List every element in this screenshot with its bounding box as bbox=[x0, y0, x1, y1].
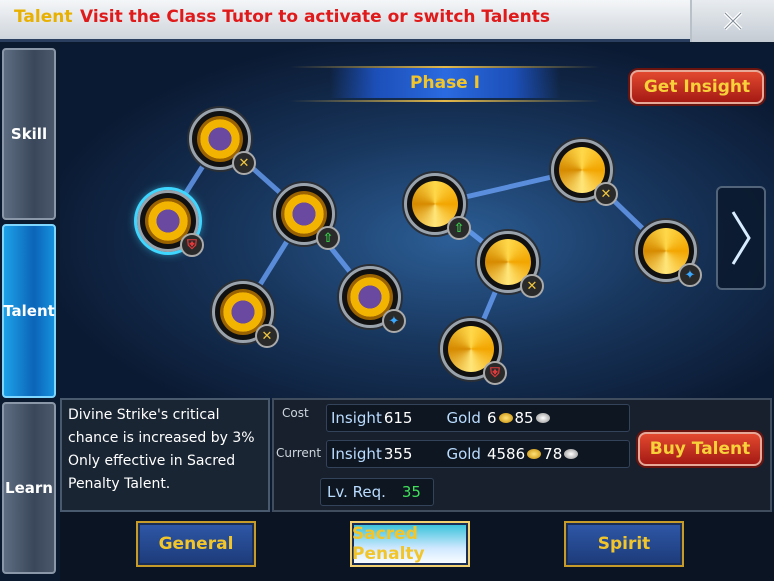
phase-title: Phase I bbox=[330, 68, 560, 98]
cost-insight-value: 615 bbox=[383, 409, 413, 427]
tab-talent[interactable]: Talent bbox=[2, 224, 56, 398]
tab-sacred-penalty[interactable]: Sacred Penalty bbox=[350, 521, 470, 567]
gold-label: Gold bbox=[446, 445, 481, 463]
star-icon: ✦ bbox=[382, 309, 406, 333]
up-arrow-icon: ⇧ bbox=[447, 216, 471, 240]
cost-row: Insight 615 Gold 6 85 bbox=[326, 404, 630, 432]
title-bar: Talent Visit the Class Tutor to activate… bbox=[0, 0, 774, 42]
shield-icon: ⛨ bbox=[180, 233, 204, 257]
shield-icon: ⛨ bbox=[483, 361, 507, 385]
level-requirement: Lv. Req. 35 bbox=[320, 478, 434, 506]
insight-label: Insight bbox=[331, 409, 382, 427]
talent-node[interactable]: ✦ bbox=[635, 220, 702, 287]
silver-coin-icon bbox=[535, 413, 550, 423]
tab-general[interactable]: General bbox=[136, 521, 256, 567]
current-gold-value: 4586 bbox=[486, 445, 526, 463]
crossed-swords-icon: ✕ bbox=[594, 182, 618, 206]
title-prefix: Talent bbox=[14, 7, 73, 27]
level-req-value: 35 bbox=[401, 483, 421, 501]
up-arrow-icon: ⇧ bbox=[316, 226, 340, 250]
talent-description: Divine Strike's critical chance is incre… bbox=[60, 398, 270, 512]
talent-node[interactable]: ✕ bbox=[212, 281, 279, 348]
description-line: Only effective in Sacred bbox=[68, 453, 236, 469]
current-label: Current bbox=[276, 446, 322, 460]
gold-coin-icon bbox=[527, 449, 542, 459]
crossed-swords-icon: ✕ bbox=[520, 274, 544, 298]
talent-node[interactable]: ⇧ bbox=[404, 173, 471, 240]
cost-silver-value: 85 bbox=[514, 409, 534, 427]
talent-node[interactable]: ⇧ bbox=[273, 183, 340, 250]
talent-node[interactable]: ✕ bbox=[477, 231, 544, 298]
crossed-swords-icon: ✕ bbox=[255, 324, 279, 348]
talent-node[interactable]: ✦ bbox=[339, 266, 406, 333]
phase-divider-bottom bbox=[290, 100, 600, 102]
current-row: Insight 355 Gold 4586 78 bbox=[326, 440, 630, 468]
description-line: Divine Strike's critical bbox=[68, 407, 220, 423]
tab-spirit[interactable]: Spirit bbox=[564, 521, 684, 567]
get-insight-button[interactable]: Get Insight bbox=[630, 70, 764, 104]
buy-talent-button[interactable]: Buy Talent bbox=[638, 432, 762, 466]
current-silver-value: 78 bbox=[543, 445, 563, 463]
talent-node-selected[interactable]: ⛨ bbox=[137, 190, 204, 257]
silver-coin-icon bbox=[564, 449, 579, 459]
description-line: Penalty Talent. bbox=[68, 476, 171, 492]
insight-label: Insight bbox=[331, 445, 382, 463]
star-icon: ✦ bbox=[678, 263, 702, 287]
cost-gold-value: 6 bbox=[486, 409, 497, 427]
next-page-button[interactable] bbox=[716, 186, 766, 290]
gold-label: Gold bbox=[446, 409, 481, 427]
title-text: Visit the Class Tutor to activate or swi… bbox=[80, 7, 551, 27]
chevron-right-icon bbox=[731, 211, 751, 265]
close-button[interactable] bbox=[690, 0, 774, 42]
gold-coin-icon bbox=[498, 413, 513, 423]
talent-node[interactable]: ✕ bbox=[551, 139, 618, 206]
level-req-label: Lv. Req. bbox=[327, 483, 386, 501]
talent-node[interactable]: ⛨ bbox=[440, 318, 507, 385]
description-line: chance is increased by 3% bbox=[68, 430, 255, 446]
cost-label: Cost bbox=[282, 406, 309, 420]
tab-skill[interactable]: Skill bbox=[2, 48, 56, 220]
tab-learn[interactable]: Learn bbox=[2, 402, 56, 574]
crossed-swords-icon: ✕ bbox=[232, 151, 256, 175]
talent-node[interactable]: ✕ bbox=[189, 108, 256, 175]
close-icon bbox=[723, 11, 743, 31]
current-insight-value: 355 bbox=[383, 445, 413, 463]
